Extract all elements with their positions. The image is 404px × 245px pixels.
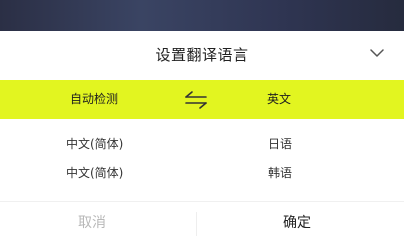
footer-divider [196, 212, 197, 236]
chevron-down-icon[interactable] [368, 44, 386, 62]
target-option[interactable]: 韩语 [268, 164, 292, 182]
swap-arrows-icon[interactable] [183, 90, 209, 110]
source-language[interactable]: 自动检测 [70, 80, 118, 119]
target-option[interactable]: 日语 [268, 135, 292, 153]
confirm-button[interactable]: 确定 [283, 202, 311, 245]
translation-language-sheet: 设置翻译语言 自动检测 英文 中文(简体) 中文(简体) 日语 韩语 取消 确定 [0, 31, 404, 244]
background-content [0, 0, 404, 31]
dialog-footer: 取消 确定 [0, 201, 404, 245]
sheet-title: 设置翻译语言 [155, 45, 249, 64]
sheet-header: 设置翻译语言 [0, 31, 404, 77]
source-option[interactable]: 中文(简体) [66, 135, 123, 153]
cancel-button[interactable]: 取消 [78, 202, 106, 245]
source-option[interactable]: 中文(简体) [66, 164, 123, 182]
language-selector-bar: 自动检测 英文 [0, 80, 404, 119]
target-language[interactable]: 英文 [267, 80, 291, 119]
